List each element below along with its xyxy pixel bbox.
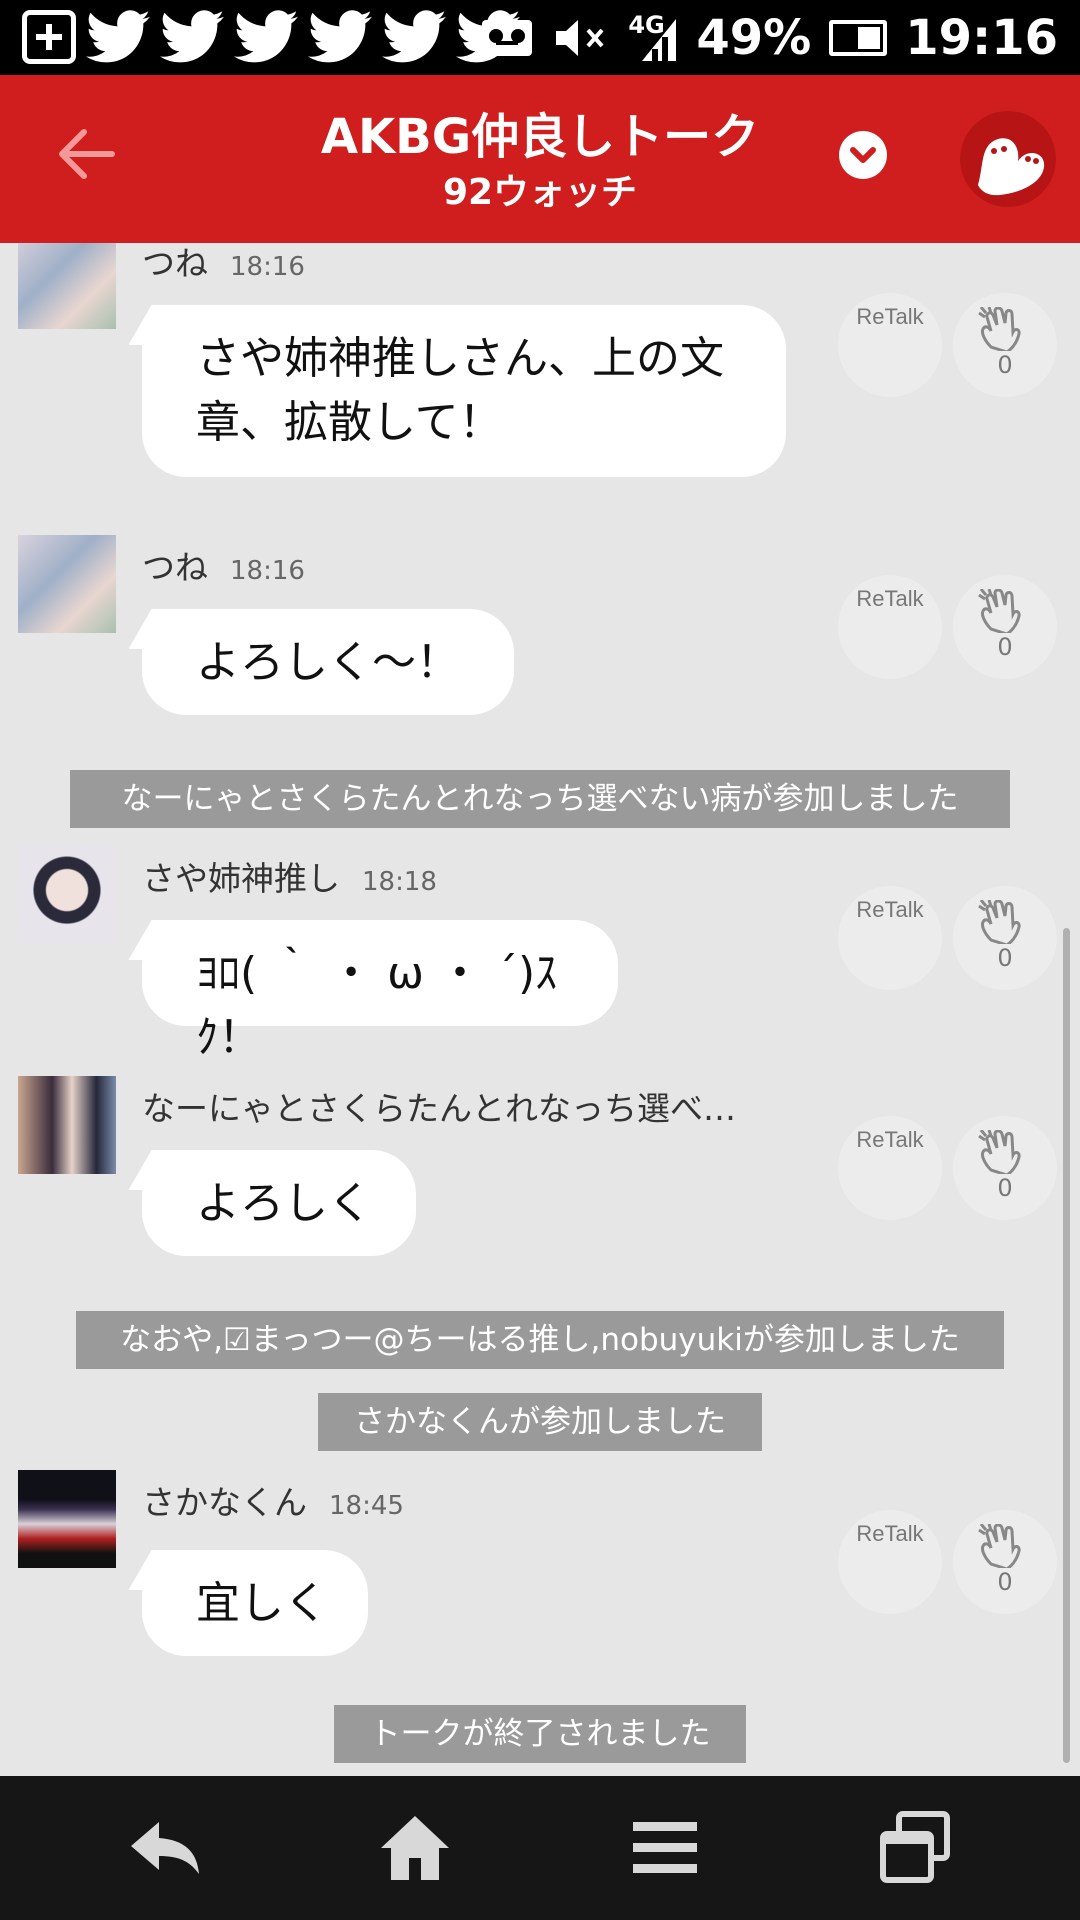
twitter-icon bbox=[308, 10, 372, 63]
ghost-mascot-icon bbox=[978, 138, 1045, 196]
clock: 19:16 bbox=[905, 9, 1058, 66]
menu-icon[interactable] bbox=[625, 1808, 705, 1888]
avatar[interactable] bbox=[18, 535, 116, 633]
retalk-button[interactable]: ReTalk bbox=[838, 575, 942, 679]
clap-count: 0 bbox=[997, 351, 1013, 379]
talk-title: AKBG仲良しトーク bbox=[320, 109, 760, 165]
avatar[interactable] bbox=[18, 846, 116, 944]
message-author: つね 18:16 bbox=[142, 548, 305, 587]
message-bubble[interactable]: よろしく bbox=[142, 1150, 416, 1256]
message-bubble[interactable]: ﾖﾛ( ｀ ・ ω ・ ´)ｽｸ！ bbox=[142, 920, 618, 1063]
message-text-line: 宜しく bbox=[196, 1578, 328, 1629]
clap-count: 0 bbox=[997, 633, 1013, 661]
dropdown-button[interactable] bbox=[839, 131, 887, 179]
message-time: 18:16 bbox=[230, 252, 305, 282]
clap-icon bbox=[978, 1524, 1021, 1568]
clap-count: 0 bbox=[997, 944, 1013, 972]
message-text-line: さや姉神推しさん、上の文 bbox=[196, 333, 724, 384]
message-text-line: 章、拡散して！ bbox=[196, 397, 503, 448]
twitter-icon bbox=[234, 10, 298, 63]
message-bubble[interactable]: さや姉神推しさん、上の文 章、拡散して！ bbox=[142, 305, 786, 477]
system-indicators: 4G 49% 19:16 bbox=[480, 0, 1058, 75]
twitter-icon bbox=[86, 10, 150, 63]
chevron-down-icon bbox=[850, 147, 876, 163]
clap-icon bbox=[978, 307, 1021, 351]
battery-icon bbox=[829, 19, 888, 56]
message-text-line: よろしく bbox=[196, 1178, 372, 1229]
clap-button[interactable]: 0 bbox=[953, 293, 1057, 397]
avatar[interactable] bbox=[18, 1470, 116, 1568]
signal-icon: 4G bbox=[628, 13, 678, 63]
notification-icons bbox=[22, 10, 520, 64]
system-message: なおや,☑まっつー@ちーはる推し,nobuyukiが参加しました bbox=[76, 1311, 1004, 1369]
avatar[interactable] bbox=[18, 1076, 116, 1174]
recent-apps-icon[interactable] bbox=[875, 1808, 955, 1888]
scrollbar[interactable] bbox=[1063, 928, 1070, 1763]
plus-box-icon bbox=[22, 10, 76, 64]
system-message: さかなくんが参加しました bbox=[318, 1393, 762, 1451]
message-author: つね 18:16 bbox=[142, 244, 305, 283]
mute-icon bbox=[556, 19, 604, 56]
system-message: なーにゃとさくらたんとれなっち選べない病が参加しました bbox=[70, 770, 1010, 828]
twitter-icon bbox=[382, 10, 446, 63]
back-icon[interactable] bbox=[125, 1808, 205, 1888]
message-time: 18:18 bbox=[362, 867, 437, 897]
twitter-icon bbox=[160, 10, 224, 63]
battery-percent: 49% bbox=[696, 9, 812, 66]
voicemail-icon bbox=[482, 19, 533, 56]
home-icon[interactable] bbox=[375, 1808, 455, 1888]
retalk-button[interactable]: ReTalk bbox=[838, 886, 942, 990]
clap-icon bbox=[978, 1130, 1021, 1174]
retalk-button[interactable]: ReTalk bbox=[838, 293, 942, 397]
message-time: 18:16 bbox=[230, 556, 305, 586]
message-bubble[interactable]: よろしく～！ bbox=[142, 609, 514, 715]
message-text-line: よろしく～！ bbox=[196, 637, 460, 688]
clap-icon bbox=[978, 900, 1021, 944]
message-author: さや姉神推し 18:18 bbox=[142, 859, 437, 898]
message-author: さかなくん 18:45 bbox=[142, 1483, 404, 1522]
message-author: なーにゃとさくらたんとれなっち選べ… bbox=[142, 1089, 736, 1128]
system-nav-bar bbox=[0, 1776, 1080, 1920]
status-bar: 4G 49% 19:16 bbox=[0, 0, 1080, 75]
message-text-line: ﾖﾛ( ｀ ・ ω ・ ´)ｽｸ！ bbox=[196, 948, 558, 1063]
app-mascot-button[interactable] bbox=[960, 111, 1056, 207]
system-message: トークが終了されました bbox=[334, 1705, 746, 1763]
clap-button[interactable]: 0 bbox=[953, 886, 1057, 990]
message-time: 18:45 bbox=[329, 1491, 404, 1521]
retalk-button[interactable]: ReTalk bbox=[838, 1510, 942, 1614]
clap-button[interactable]: 0 bbox=[953, 1510, 1057, 1614]
clap-button[interactable]: 0 bbox=[953, 575, 1057, 679]
clap-button[interactable]: 0 bbox=[953, 1116, 1057, 1220]
clap-icon bbox=[978, 589, 1021, 633]
watch-count: 92ウォッチ bbox=[442, 172, 638, 213]
talk-header: AKBG仲良しトーク 92ウォッチ bbox=[0, 75, 1080, 243]
message-bubble[interactable]: 宜しく bbox=[142, 1550, 368, 1656]
avatar[interactable] bbox=[18, 243, 116, 329]
clap-count: 0 bbox=[997, 1174, 1013, 1202]
retalk-button[interactable]: ReTalk bbox=[838, 1116, 942, 1220]
chat-log[interactable]: つね 18:16 さや姉神推しさん、上の文 章、拡散して！ ReTalk 0 つね… bbox=[0, 243, 1080, 1776]
clap-count: 0 bbox=[997, 1568, 1013, 1596]
